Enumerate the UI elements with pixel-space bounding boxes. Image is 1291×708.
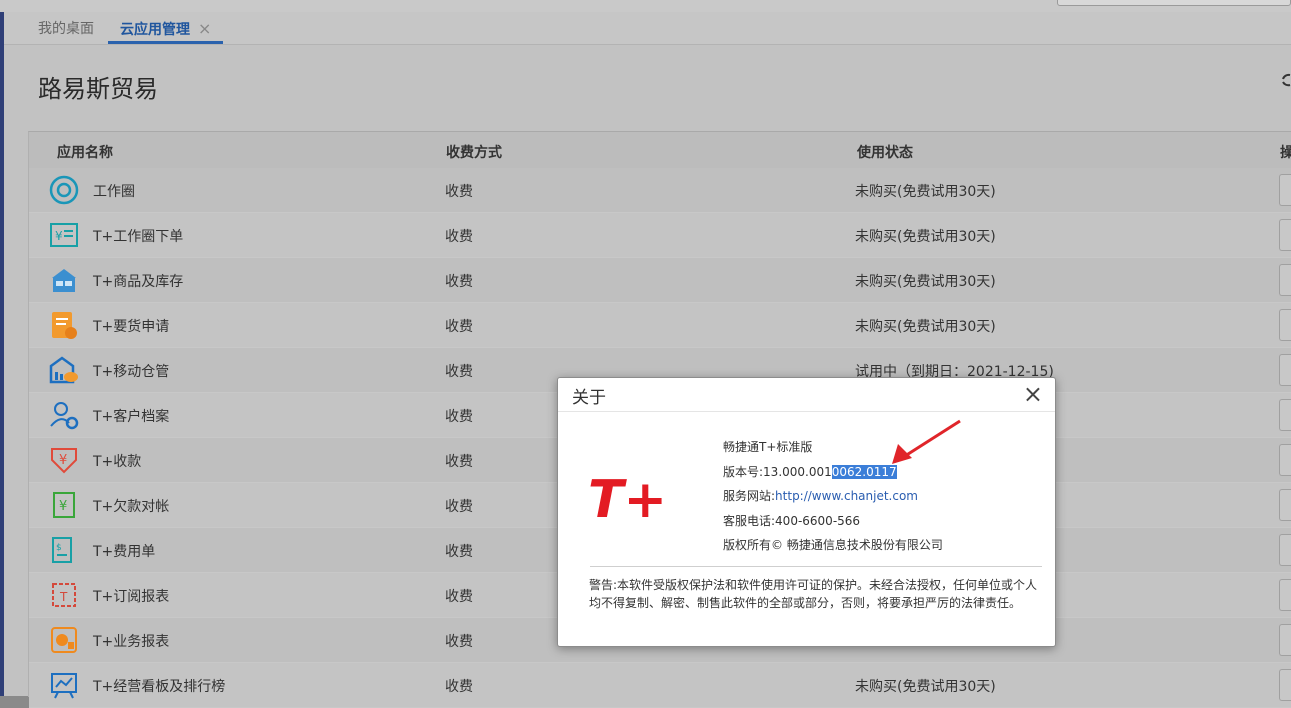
header-usage-status: 使用状态: [857, 145, 913, 161]
fee-type: 收费: [445, 544, 473, 560]
usage-status: 未购买(免费试用30天): [855, 319, 996, 335]
tab-cloud-app-management-label: 云应用管理: [120, 22, 190, 38]
fee-type: 收费: [445, 274, 473, 290]
table-row: 工作圈 收费 未购买(免费试用30天): [29, 168, 1291, 213]
dialog-divider: [590, 566, 1042, 567]
top-bar: [0, 0, 1291, 12]
table-row: T+要货申请 收费 未购买(免费试用30天): [29, 303, 1291, 348]
about-dialog: 关于 × T+ 畅捷通T+标准版 版本号:13.000.0010062.0117…: [557, 377, 1056, 647]
website-link[interactable]: http://www.chanjet.com: [775, 489, 918, 503]
header-app-name: 应用名称: [57, 145, 113, 161]
app-name: T+收款: [93, 454, 142, 470]
version-prefix: 版本号:13.000.001: [723, 464, 832, 479]
operation-button[interactable]: [1279, 264, 1291, 296]
app-name: T+订阅报表: [93, 589, 170, 605]
version-number: 版本号:13.000.0010062.0117: [723, 463, 943, 488]
request-goods-icon: [48, 309, 80, 341]
usage-status: 未购买(免费试用30天): [855, 679, 996, 695]
refresh-icon[interactable]: [1281, 71, 1291, 94]
dashboard-board-icon: [48, 669, 80, 701]
copyright: 版权所有© 畅捷通信息技术股份有限公司: [723, 538, 943, 552]
table-header: 应用名称 收费方式 使用状态 操: [29, 132, 1291, 168]
fee-type: 收费: [445, 634, 473, 650]
receipt-yen-icon: ¥: [48, 444, 80, 476]
fee-type: 收费: [445, 589, 473, 605]
business-report-icon: [48, 624, 80, 656]
app-name: T+客户档案: [93, 409, 170, 425]
tab-bar: 我的桌面 云应用管理 ×: [4, 12, 1291, 45]
header-fee-type: 收费方式: [446, 145, 502, 161]
operation-button[interactable]: [1279, 444, 1291, 476]
fee-type: 收费: [445, 229, 473, 245]
dialog-close-icon[interactable]: ×: [1023, 380, 1043, 408]
tplus-logo: T+: [588, 470, 674, 530]
operation-button[interactable]: [1279, 489, 1291, 521]
product-name: 畅捷通T+标准版: [723, 440, 813, 454]
operation-button[interactable]: [1279, 579, 1291, 611]
tab-close-icon[interactable]: ×: [198, 19, 211, 38]
svg-text:T: T: [59, 590, 68, 604]
operation-button[interactable]: [1279, 219, 1291, 251]
circle-icon: [48, 174, 80, 206]
operation-button[interactable]: [1279, 534, 1291, 566]
app-name: T+费用单: [93, 544, 156, 560]
top-search-box[interactable]: [1057, 0, 1291, 6]
dialog-header: 关于 ×: [558, 378, 1055, 412]
tplus-logo-text: T+: [588, 470, 667, 520]
product-info: 畅捷通T+标准版 版本号:13.000.0010062.0117 服务网站:ht…: [723, 438, 943, 561]
svg-text:¥: ¥: [59, 499, 67, 514]
yen-order-icon: ¥: [48, 219, 80, 251]
operation-button[interactable]: [1279, 669, 1291, 701]
dialog-title: 关于: [572, 388, 606, 408]
fee-type: 收费: [445, 364, 473, 380]
app-name: T+要货申请: [93, 319, 170, 335]
fee-type: 收费: [445, 184, 473, 200]
operation-button[interactable]: [1279, 174, 1291, 206]
store-icon: [48, 264, 80, 296]
fee-type: 收费: [445, 679, 473, 695]
app-name: T+经营看板及排行榜: [93, 679, 226, 695]
usage-status: 未购买(免费试用30天): [855, 229, 996, 245]
svg-text:$: $: [56, 543, 62, 553]
app-name: T+欠款对帐: [93, 499, 170, 515]
svg-text:¥: ¥: [59, 453, 67, 468]
table-row: ¥ T+工作圈下单 收费 未购买(免费试用30天): [29, 213, 1291, 258]
operation-button[interactable]: [1279, 399, 1291, 431]
table-row: T+经营看板及排行榜 收费 未购买(免费试用30天): [29, 663, 1291, 708]
header-operation: 操: [1280, 145, 1291, 161]
page-title: 路易斯贸易: [38, 75, 158, 103]
usage-status: 未购买(免费试用30天): [855, 184, 996, 200]
app-name: 工作圈: [93, 184, 135, 200]
tab-cloud-app-management[interactable]: 云应用管理 ×: [108, 12, 224, 44]
fee-type: 收费: [445, 499, 473, 515]
expense-bill-icon: $: [48, 534, 80, 566]
usage-status: 未购买(免费试用30天): [855, 274, 996, 290]
debt-yen-icon: ¥: [48, 489, 80, 521]
customer-settings-icon: [48, 399, 80, 431]
website: 服务网站:http://www.chanjet.com: [723, 487, 943, 512]
tab-my-desktop-label: 我的桌面: [38, 21, 94, 37]
operation-button[interactable]: [1279, 309, 1291, 341]
fee-type: 收费: [445, 319, 473, 335]
svg-text:¥: ¥: [55, 229, 63, 243]
warehouse-cloud-icon: [48, 354, 80, 386]
website-label: 服务网站:: [723, 489, 776, 503]
service-phone: 客服电话:400-6600-566: [723, 513, 861, 528]
operation-button[interactable]: [1279, 354, 1291, 386]
app-name: T+业务报表: [93, 634, 170, 650]
operation-button[interactable]: [1279, 624, 1291, 656]
license-warning: 警告:本软件受版权保护法和软件使用许可证的保护。未经合法授权，任何单位或个人均不…: [589, 578, 1038, 610]
subscribe-report-icon: T: [48, 579, 80, 611]
fee-type: 收费: [445, 409, 473, 425]
app-name: T+工作圈下单: [93, 229, 184, 245]
fee-type: 收费: [445, 454, 473, 470]
version-highlight: 0062.0117: [831, 464, 897, 479]
table-row: T+商品及库存 收费 未购买(免费试用30天): [29, 258, 1291, 303]
app-name: T+移动仓管: [93, 364, 170, 380]
tab-my-desktop[interactable]: 我的桌面: [26, 12, 106, 44]
app-name: T+商品及库存: [93, 274, 184, 290]
